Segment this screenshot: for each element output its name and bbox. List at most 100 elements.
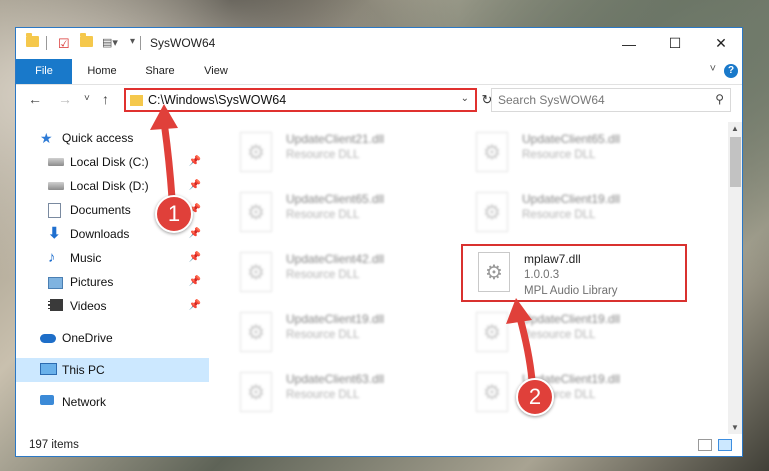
list-item[interactable]: ⚙ UpdateClient42.dll Resource DLL <box>240 248 460 304</box>
pin-icon: 📌 <box>188 180 201 191</box>
dll-file-icon: ⚙ <box>240 372 272 412</box>
scroll-down-icon[interactable]: ▼ <box>731 423 739 432</box>
sidebar-item-pictures[interactable]: Pictures 📌 <box>16 270 209 294</box>
file-name: UpdateClient65.dll <box>286 192 385 206</box>
search-input[interactable]: Search SysWOW64 ⚲ <box>491 88 731 112</box>
explorer-window: ☑ ▤▾ ▾ SysWOW64 — ☐ ✕ File Home Share Vi… <box>15 27 743 457</box>
file-type: Resource DLL <box>286 209 360 221</box>
close-button[interactable]: ✕ <box>698 28 742 59</box>
file-name: UpdateClient19.dll <box>286 312 385 326</box>
pin-icon: 📌 <box>188 228 201 239</box>
tab-share[interactable]: Share <box>138 59 182 84</box>
navigation-bar: ← → ˅ ↑ C:\Windows\SysWOW64 ⌄ ↻ Search S… <box>16 84 742 118</box>
star-icon: ★ <box>40 130 53 146</box>
list-item[interactable]: ⚙ UpdateClient65.dll Resource DLL <box>476 128 696 184</box>
sidebar-item-label: Local Disk (D:) <box>70 179 149 193</box>
sidebar-item-label: Downloads <box>70 227 130 241</box>
sidebar-item-videos[interactable]: Videos 📌 <box>16 294 209 318</box>
window-title: SysWOW64 <box>150 36 216 50</box>
documents-icon <box>48 203 64 218</box>
tab-file[interactable]: File <box>16 59 72 84</box>
status-bar: 197 items <box>16 434 742 456</box>
sidebar-item-label: Documents <box>70 203 131 217</box>
list-item[interactable]: ⚙ UpdateClient21.dll Resource DLL <box>240 128 460 184</box>
pin-icon: 📌 <box>188 156 201 167</box>
help-icon[interactable]: ? <box>724 64 738 78</box>
sidebar-item-label: Pictures <box>70 275 114 289</box>
dll-file-icon: ⚙ <box>240 132 272 172</box>
sidebar-item-label: Network <box>62 395 107 409</box>
file-name: UpdateClient65.dll <box>522 132 621 146</box>
sidebar-item-onedrive[interactable]: OneDrive <box>16 326 209 350</box>
file-type: Resource DLL <box>286 149 360 161</box>
network-icon <box>40 395 56 409</box>
tab-view[interactable]: View <box>194 59 238 84</box>
chevron-down-icon[interactable]: ⌄ <box>461 93 469 104</box>
details-view-icon[interactable] <box>698 439 712 451</box>
list-item[interactable]: ⚙ UpdateClient19.dll Resource DLL <box>476 368 696 424</box>
file-name: UpdateClient63.dll <box>286 372 385 386</box>
address-path: C:\Windows\SysWOW64 <box>148 93 287 107</box>
address-bar[interactable]: C:\Windows\SysWOW64 ⌄ <box>124 88 477 112</box>
up-arrow-icon[interactable]: ↑ <box>102 91 109 107</box>
sidebar-item-label: Videos <box>70 299 107 313</box>
maximize-button[interactable]: ☐ <box>652 28 698 59</box>
dll-file-icon: ⚙ <box>476 132 508 172</box>
ribbon: File Home Share View ˅ ? <box>16 59 742 85</box>
chevron-down-icon[interactable]: ▾ <box>130 36 135 47</box>
file-name: UpdateClient19.dll <box>522 192 621 206</box>
navigation-pane: ★ Quick access Local Disk (C:) 📌 Local D… <box>16 122 211 434</box>
divider <box>140 36 141 50</box>
file-name: UpdateClient21.dll <box>286 132 385 146</box>
sidebar-item-quick-access[interactable]: ★ Quick access <box>16 126 209 150</box>
list-item[interactable]: ⚙ UpdateClient19.dll Resource DLL <box>240 308 460 364</box>
pictures-icon <box>48 275 64 289</box>
recent-locations-icon[interactable]: ˅ <box>84 93 90 104</box>
sidebar-item-network[interactable]: Network <box>16 390 209 414</box>
file-type: Resource DLL <box>522 329 596 341</box>
dll-file-icon: ⚙ <box>240 192 272 232</box>
scrollbar-thumb[interactable] <box>730 137 741 187</box>
minimize-button[interactable]: — <box>606 28 652 59</box>
scroll-up-icon[interactable]: ▲ <box>731 124 739 133</box>
file-type: Resource DLL <box>286 329 360 341</box>
sidebar-item-label: Quick access <box>62 131 134 145</box>
disk-icon <box>48 155 64 169</box>
dll-file-icon: ⚙ <box>476 312 508 352</box>
list-item[interactable]: ⚙ UpdateClient19.dll Resource DLL <box>476 188 696 244</box>
sidebar-item-local-disk-c[interactable]: Local Disk (C:) 📌 <box>16 150 209 174</box>
new-folder-icon[interactable] <box>80 33 93 47</box>
large-icons-view-icon[interactable] <box>718 439 732 451</box>
sidebar-item-label: Local Disk (C:) <box>70 155 149 169</box>
customize-toolbar-icon[interactable]: ▤▾ <box>102 36 118 49</box>
chevron-down-icon[interactable]: ˅ <box>710 63 716 75</box>
sidebar-item-local-disk-d[interactable]: Local Disk (D:) 📌 <box>16 174 209 198</box>
videos-icon <box>48 299 64 313</box>
dll-file-icon: ⚙ <box>240 312 272 352</box>
sidebar-item-label: This PC <box>62 363 105 377</box>
list-item[interactable]: ⚙ UpdateClient65.dll Resource DLL <box>240 188 460 244</box>
sidebar-item-this-pc[interactable]: This PC <box>16 358 209 382</box>
this-pc-icon <box>40 363 57 377</box>
pin-icon: 📌 <box>188 252 201 263</box>
forward-arrow-icon[interactable]: → <box>58 91 72 107</box>
file-type: Resource DLL <box>522 149 596 161</box>
tab-home[interactable]: Home <box>80 59 124 84</box>
file-type: Resource DLL <box>286 269 360 281</box>
back-arrow-icon[interactable]: ← <box>28 91 42 107</box>
sidebar-item-music[interactable]: ♪ Music 📌 <box>16 246 209 270</box>
disk-icon <box>48 179 64 193</box>
properties-icon[interactable]: ☑ <box>58 36 70 52</box>
list-item[interactable]: ⚙ UpdateClient63.dll Resource DLL <box>240 368 460 424</box>
onedrive-icon <box>40 331 56 345</box>
step-1-badge: 1 <box>155 195 193 233</box>
highlight-box <box>461 244 687 302</box>
folder-icon <box>26 33 39 47</box>
list-item[interactable]: ⚙ UpdateClient19.dll Resource DLL <box>476 308 696 364</box>
dll-file-icon: ⚙ <box>476 192 508 232</box>
step-2-badge: 2 <box>516 378 554 416</box>
sidebar-item-label: Music <box>70 251 102 265</box>
vertical-scrollbar[interactable]: ▲ ▼ <box>728 122 742 434</box>
search-icon: ⚲ <box>715 92 724 106</box>
folder-icon <box>130 95 143 106</box>
